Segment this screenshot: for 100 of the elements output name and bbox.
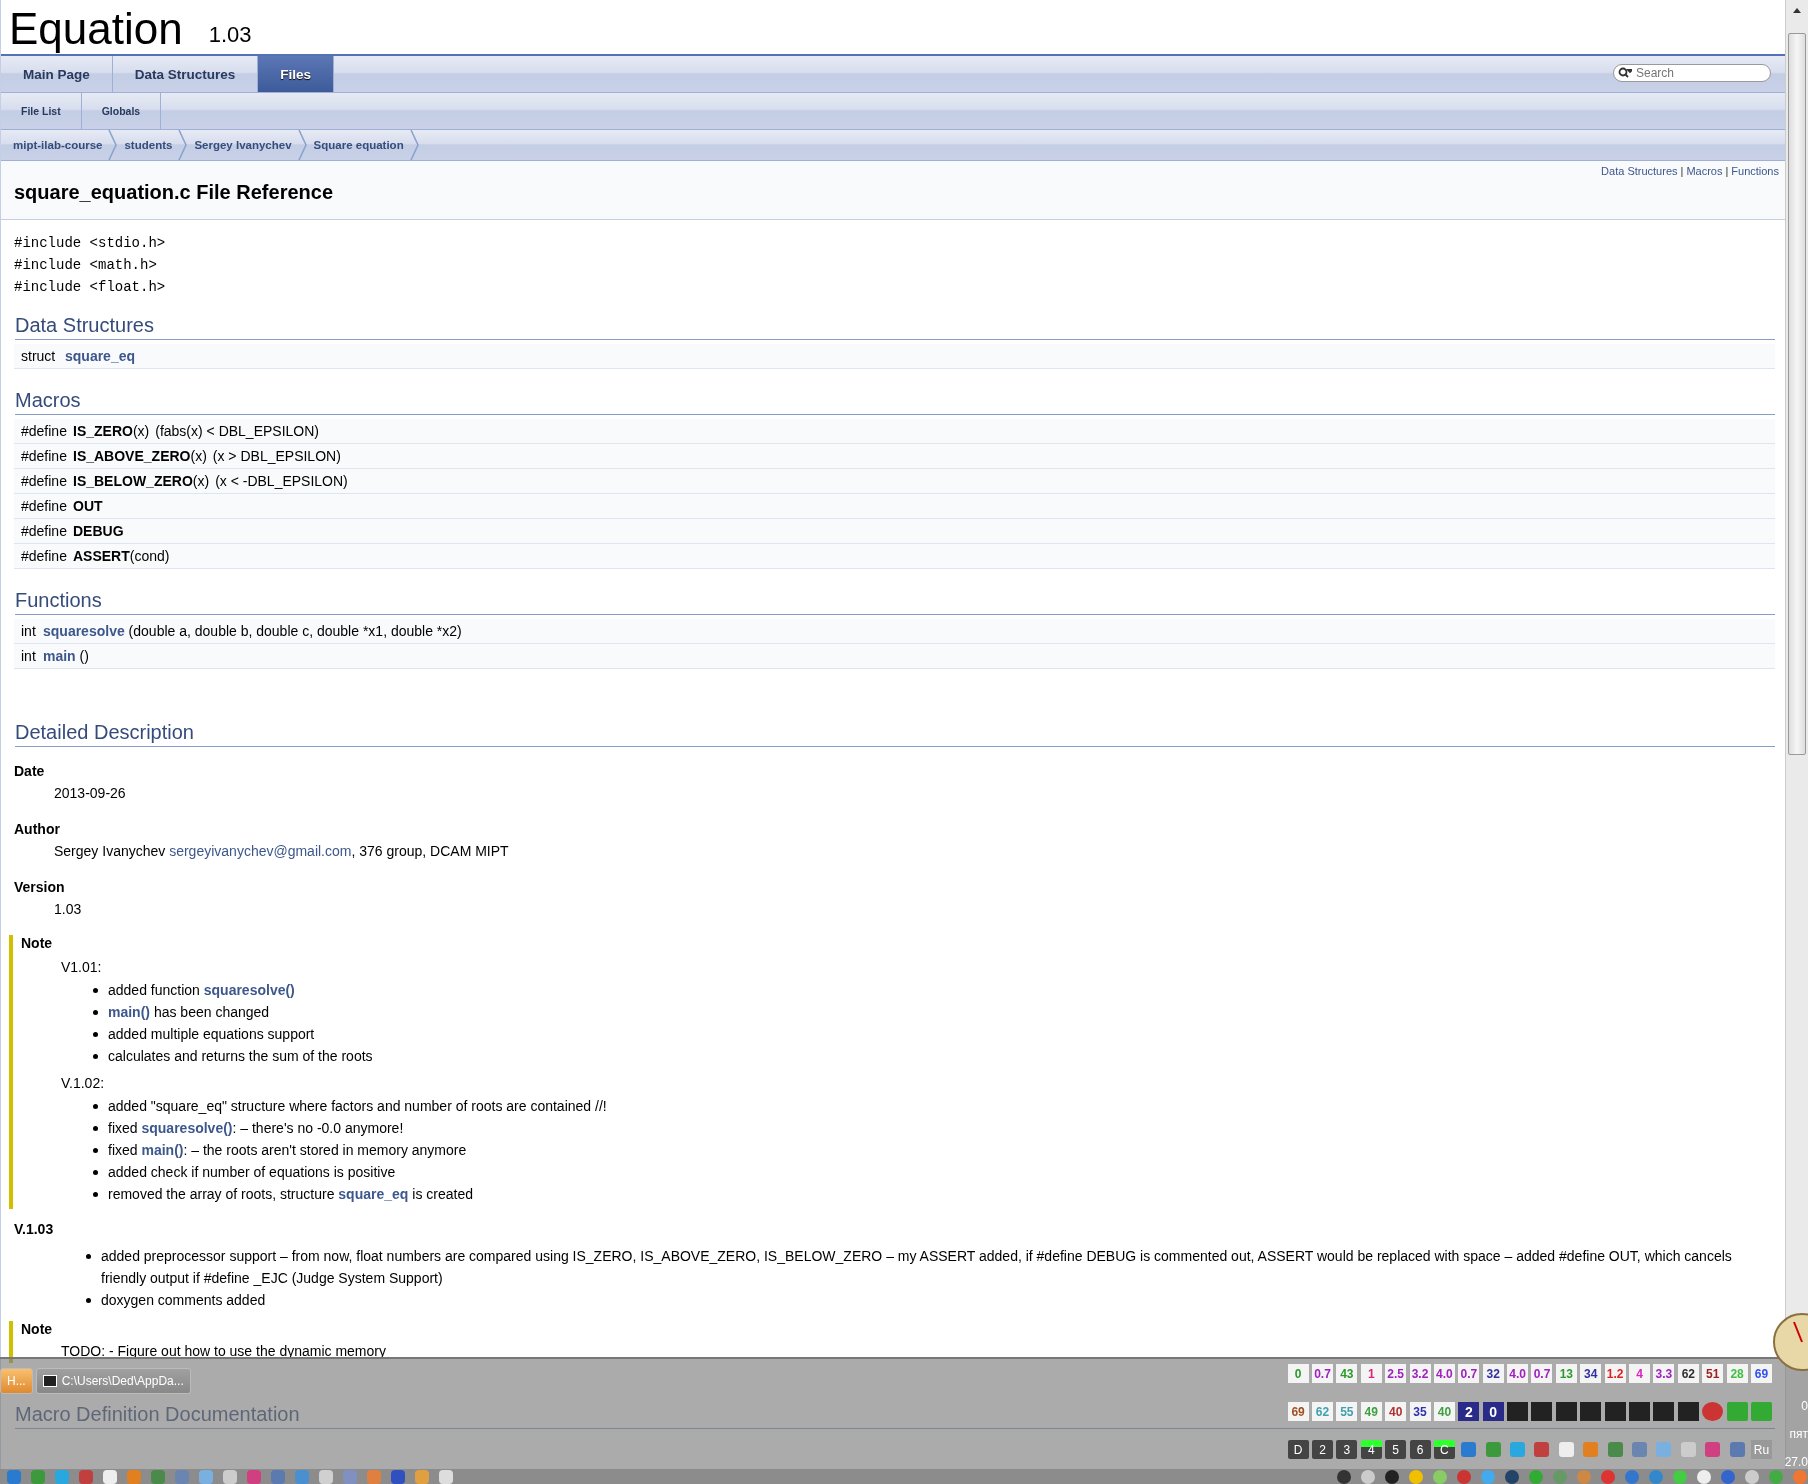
member-signature[interactable]: squaresolve (double a, double b, double c, double *x1, double *x2) xyxy=(43,623,462,639)
function-link[interactable]: square_eq xyxy=(338,1186,409,1202)
search-input[interactable]: Search xyxy=(1636,66,1746,80)
launcher-icon[interactable] xyxy=(438,1469,454,1484)
separator: | xyxy=(1680,165,1684,177)
desktop-button[interactable]: 2 xyxy=(1311,1440,1333,1459)
breadcrumb-link[interactable]: Square equation xyxy=(313,139,404,151)
meter-tile: 4.0 xyxy=(1507,1364,1529,1383)
scrollbar-thumb[interactable] xyxy=(1788,33,1806,755)
sub-tab[interactable]: Globals xyxy=(81,93,162,129)
clock-text: 0 xyxy=(1801,1399,1808,1413)
member-signature: IS_ZERO(x) xyxy=(73,423,150,439)
summary-link[interactable]: Functions xyxy=(1731,165,1779,177)
meter-tile: 69 xyxy=(1287,1402,1309,1421)
project-version: 1.03 xyxy=(208,22,252,48)
desktop-button[interactable]: 4 xyxy=(1360,1440,1382,1459)
function-link[interactable]: squaresolve() xyxy=(203,982,295,998)
status-tile-icon xyxy=(1531,1402,1553,1421)
meter-tile: 4.0 xyxy=(1433,1364,1455,1383)
member-signature[interactable]: square_eq xyxy=(65,348,136,364)
launcher-icon[interactable] xyxy=(126,1469,142,1484)
macro-value: (x > DBL_EPSILON) xyxy=(212,448,341,464)
desktop-button[interactable]: D xyxy=(1287,1440,1309,1459)
list-item-text: removed the array of roots, structure square_eq is created xyxy=(108,1185,473,1204)
member-signature: ASSERT(cond) xyxy=(73,548,170,564)
desktop-button[interactable]: 3 xyxy=(1336,1440,1358,1459)
meter-tile: 32 xyxy=(1482,1364,1504,1383)
summary-link[interactable]: Macros xyxy=(1686,165,1723,177)
bullet-icon xyxy=(86,1298,91,1303)
nav-tab[interactable]: Files xyxy=(258,56,335,92)
field-label: Author xyxy=(14,821,61,837)
member-type: #define xyxy=(21,498,67,514)
meter-tile: 0.7 xyxy=(1531,1364,1553,1383)
bullet-icon xyxy=(93,1054,98,1059)
meter-tile: 2.5 xyxy=(1385,1364,1407,1383)
launcher-icon[interactable] xyxy=(366,1469,382,1484)
bullet-icon xyxy=(93,1148,98,1153)
section-heading: Macros xyxy=(15,389,1775,415)
launcher-icon[interactable] xyxy=(414,1469,430,1484)
launcher-icon[interactable] xyxy=(390,1469,406,1484)
tray-icon[interactable] xyxy=(1336,1469,1352,1484)
chevron-icon xyxy=(409,130,420,160)
member-type: int xyxy=(21,648,37,664)
include-line: #include <float.h> xyxy=(14,278,167,297)
member-signature: IS_BELOW_ZERO(x) xyxy=(73,473,210,489)
member-type: struct xyxy=(21,348,57,364)
breadcrumb-link[interactable]: mipt-ilab-course xyxy=(13,139,103,151)
desktop-button[interactable]: 5 xyxy=(1385,1440,1407,1459)
member-type: int xyxy=(21,623,37,639)
include-line: #include <stdio.h> xyxy=(14,234,167,253)
meter-tile: 51 xyxy=(1702,1364,1724,1383)
breadcrumb-link[interactable]: Sergey Ivanychev xyxy=(194,139,292,151)
member-signature: DEBUG xyxy=(73,523,124,539)
member-signature[interactable]: main () xyxy=(43,648,89,664)
summary-link[interactable]: Data Structures xyxy=(1601,165,1678,177)
field-value: 1.03 xyxy=(54,901,83,917)
function-link[interactable]: main() xyxy=(108,1004,150,1020)
launcher-icon[interactable] xyxy=(54,1469,70,1484)
meter-tile: 40 xyxy=(1385,1402,1407,1421)
launcher-icon[interactable] xyxy=(198,1469,214,1484)
bullet-icon xyxy=(86,1254,91,1259)
breadcrumb-link[interactable]: students xyxy=(124,139,173,151)
status-tile-icon xyxy=(1507,1402,1529,1421)
status-tile-icon xyxy=(1555,1402,1577,1421)
desktop-button[interactable]: 6 xyxy=(1409,1440,1431,1459)
launcher-icon[interactable] xyxy=(270,1469,286,1484)
tray-icon[interactable] xyxy=(1744,1469,1760,1484)
meter-tile: 3.3 xyxy=(1653,1364,1675,1383)
launcher-icon[interactable] xyxy=(6,1469,22,1484)
desktop-button[interactable]: C xyxy=(1433,1440,1455,1459)
meter-tile: 55 xyxy=(1336,1402,1358,1421)
launcher-icon[interactable] xyxy=(318,1469,334,1484)
launcher-icon[interactable] xyxy=(246,1469,262,1484)
meter-tile: 2 xyxy=(1458,1402,1480,1421)
list-item-text: main() has been changed xyxy=(108,1003,270,1022)
tray-icon[interactable] xyxy=(1360,1469,1376,1484)
status-tile-icon xyxy=(1702,1402,1724,1421)
function-link[interactable]: squaresolve() xyxy=(141,1120,233,1136)
version-title: V.1.02: xyxy=(61,1075,106,1091)
field-value: 2013-09-26 xyxy=(54,785,127,801)
meter-tile: 13 xyxy=(1555,1364,1577,1383)
project-name: Equation xyxy=(9,4,183,54)
meter-tile: 0.7 xyxy=(1311,1364,1333,1383)
list-item-text: added "square_eq" structure where factors and number of roots are contained //! xyxy=(108,1097,607,1116)
sub-tab[interactable]: File List xyxy=(1,93,82,129)
launcher-icon[interactable] xyxy=(150,1469,166,1484)
tray-icon[interactable] xyxy=(1696,1469,1712,1484)
launcher-icon[interactable] xyxy=(102,1469,118,1484)
bullet-icon xyxy=(93,1010,98,1015)
tray-icon[interactable] xyxy=(1384,1469,1400,1484)
status-tile-icon xyxy=(1677,1402,1699,1421)
tray-icon[interactable] xyxy=(1504,1469,1520,1484)
launcher-icon[interactable] xyxy=(78,1469,94,1484)
nav-tab[interactable]: Main Page xyxy=(1,56,113,92)
meter-tile: 34 xyxy=(1580,1364,1602,1383)
launcher-icon[interactable] xyxy=(222,1469,238,1484)
page-title: square_equation.c File Reference xyxy=(14,181,334,204)
search-field[interactable]: Search xyxy=(1613,64,1771,82)
member-type: #define xyxy=(21,448,67,464)
list-item-text: added check if number of equations is positive xyxy=(108,1163,396,1182)
